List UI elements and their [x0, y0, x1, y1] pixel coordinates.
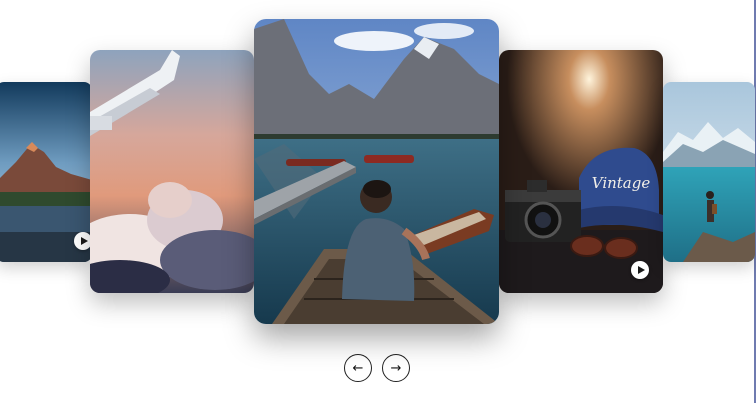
play-icon: [637, 266, 645, 274]
arrow-left-icon: ←: [352, 360, 364, 376]
glacier-lake-image: [663, 82, 755, 262]
carousel-controls: ← →: [0, 354, 756, 386]
carousel-card-mountain-lake[interactable]: [0, 82, 92, 262]
svg-text:Vintage: Vintage: [592, 174, 651, 192]
next-slide-button[interactable]: →: [382, 354, 410, 382]
video-play-button[interactable]: [631, 261, 649, 279]
previous-slide-button[interactable]: ←: [344, 354, 372, 382]
carousel-card-glacier-lake[interactable]: [663, 82, 755, 262]
camera-cap-image: Vintage: [499, 50, 663, 293]
carousel-card-man-on-dock[interactable]: [254, 19, 499, 324]
man-on-dock-image: [254, 19, 499, 324]
carousel-card-camera-cap[interactable]: Vintage: [499, 50, 663, 293]
image-carousel: Vintage: [0, 0, 756, 340]
arrow-right-icon: →: [390, 360, 402, 376]
carousel-card-airplane-wing[interactable]: [90, 50, 254, 293]
play-icon: [80, 237, 88, 245]
airplane-wing-image: [90, 50, 254, 293]
